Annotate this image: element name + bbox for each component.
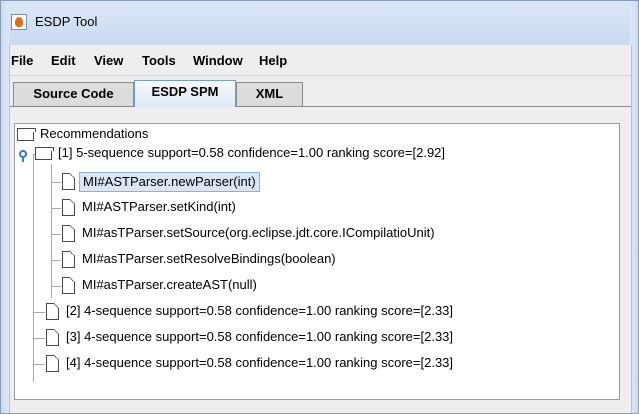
tab-esdp-spm[interactable]: ESDP SPM xyxy=(134,80,236,107)
app-window: ESDP Tool File Edit View Tools Window He… xyxy=(0,0,639,414)
toggle-expanded-icon[interactable] xyxy=(19,150,27,162)
menu-edit[interactable]: Edit xyxy=(51,53,76,68)
folder-icon xyxy=(35,147,54,160)
menu-window[interactable]: Window xyxy=(193,53,243,68)
tab-baseline xyxy=(10,106,631,107)
java-cup-icon xyxy=(11,14,27,30)
window-border-left xyxy=(1,1,9,413)
tab-source-code[interactable]: Source Code xyxy=(13,82,134,106)
menu-file[interactable]: File xyxy=(11,53,33,68)
document-icon xyxy=(46,355,59,372)
document-icon xyxy=(62,277,75,294)
tree-child-2[interactable]: MI#ASTParser.setKind(int) xyxy=(79,198,239,216)
tree-line-branch-4 xyxy=(33,364,45,365)
tree-child-3[interactable]: MI#asTParser.setSource(org.eclipse.jdt.c… xyxy=(79,224,438,242)
tree-child-5[interactable]: MI#asTParser.createAST(null) xyxy=(79,276,260,294)
tree-line-child-1 xyxy=(51,182,61,183)
tree-line-child-4 xyxy=(51,260,61,261)
tree-line-children xyxy=(51,164,52,298)
tab-bar: Source Code ESDP SPM XML xyxy=(10,78,631,112)
tree-line-child-3 xyxy=(51,234,61,235)
folder-icon xyxy=(17,128,36,141)
window-title: ESDP Tool xyxy=(35,14,98,29)
tree-line-child-5 xyxy=(51,286,61,287)
document-icon xyxy=(62,225,75,242)
tree-line-root xyxy=(33,154,34,382)
tree-node-3[interactable]: [3] 4-sequence support=0.58 confidence=1… xyxy=(63,328,456,346)
document-icon xyxy=(46,329,59,346)
document-icon xyxy=(62,173,75,190)
tree-line-branch-3 xyxy=(33,338,45,339)
recommendations-tree[interactable]: Recommendations [1] 5-sequence support=0… xyxy=(14,123,620,400)
document-icon xyxy=(62,199,75,216)
tree-line-branch-2 xyxy=(33,312,45,313)
tree-child-4[interactable]: MI#asTParser.setResolveBindings(boolean) xyxy=(79,250,339,268)
tree-node-1[interactable]: [1] 5-sequence support=0.58 confidence=1… xyxy=(55,144,448,162)
menu-tools[interactable]: Tools xyxy=(142,53,176,68)
tree-node-4[interactable]: [4] 4-sequence support=0.58 confidence=1… xyxy=(63,354,456,372)
document-icon xyxy=(46,303,59,320)
content-frame: File Edit View Tools Window Help Source … xyxy=(9,45,632,413)
menu-bar: File Edit View Tools Window Help xyxy=(10,45,631,76)
tab-xml[interactable]: XML xyxy=(236,82,303,106)
menu-help[interactable]: Help xyxy=(259,53,287,68)
tree-line-child-2 xyxy=(51,208,61,209)
document-icon xyxy=(62,251,75,268)
tree-root[interactable]: Recommendations xyxy=(37,125,151,143)
title-bar[interactable]: ESDP Tool xyxy=(1,1,638,45)
menu-view[interactable]: View xyxy=(94,53,123,68)
tree-child-1[interactable]: MI#ASTParser.newParser(int) xyxy=(79,172,260,192)
tree-node-2[interactable]: [2] 4-sequence support=0.58 confidence=1… xyxy=(63,302,456,320)
